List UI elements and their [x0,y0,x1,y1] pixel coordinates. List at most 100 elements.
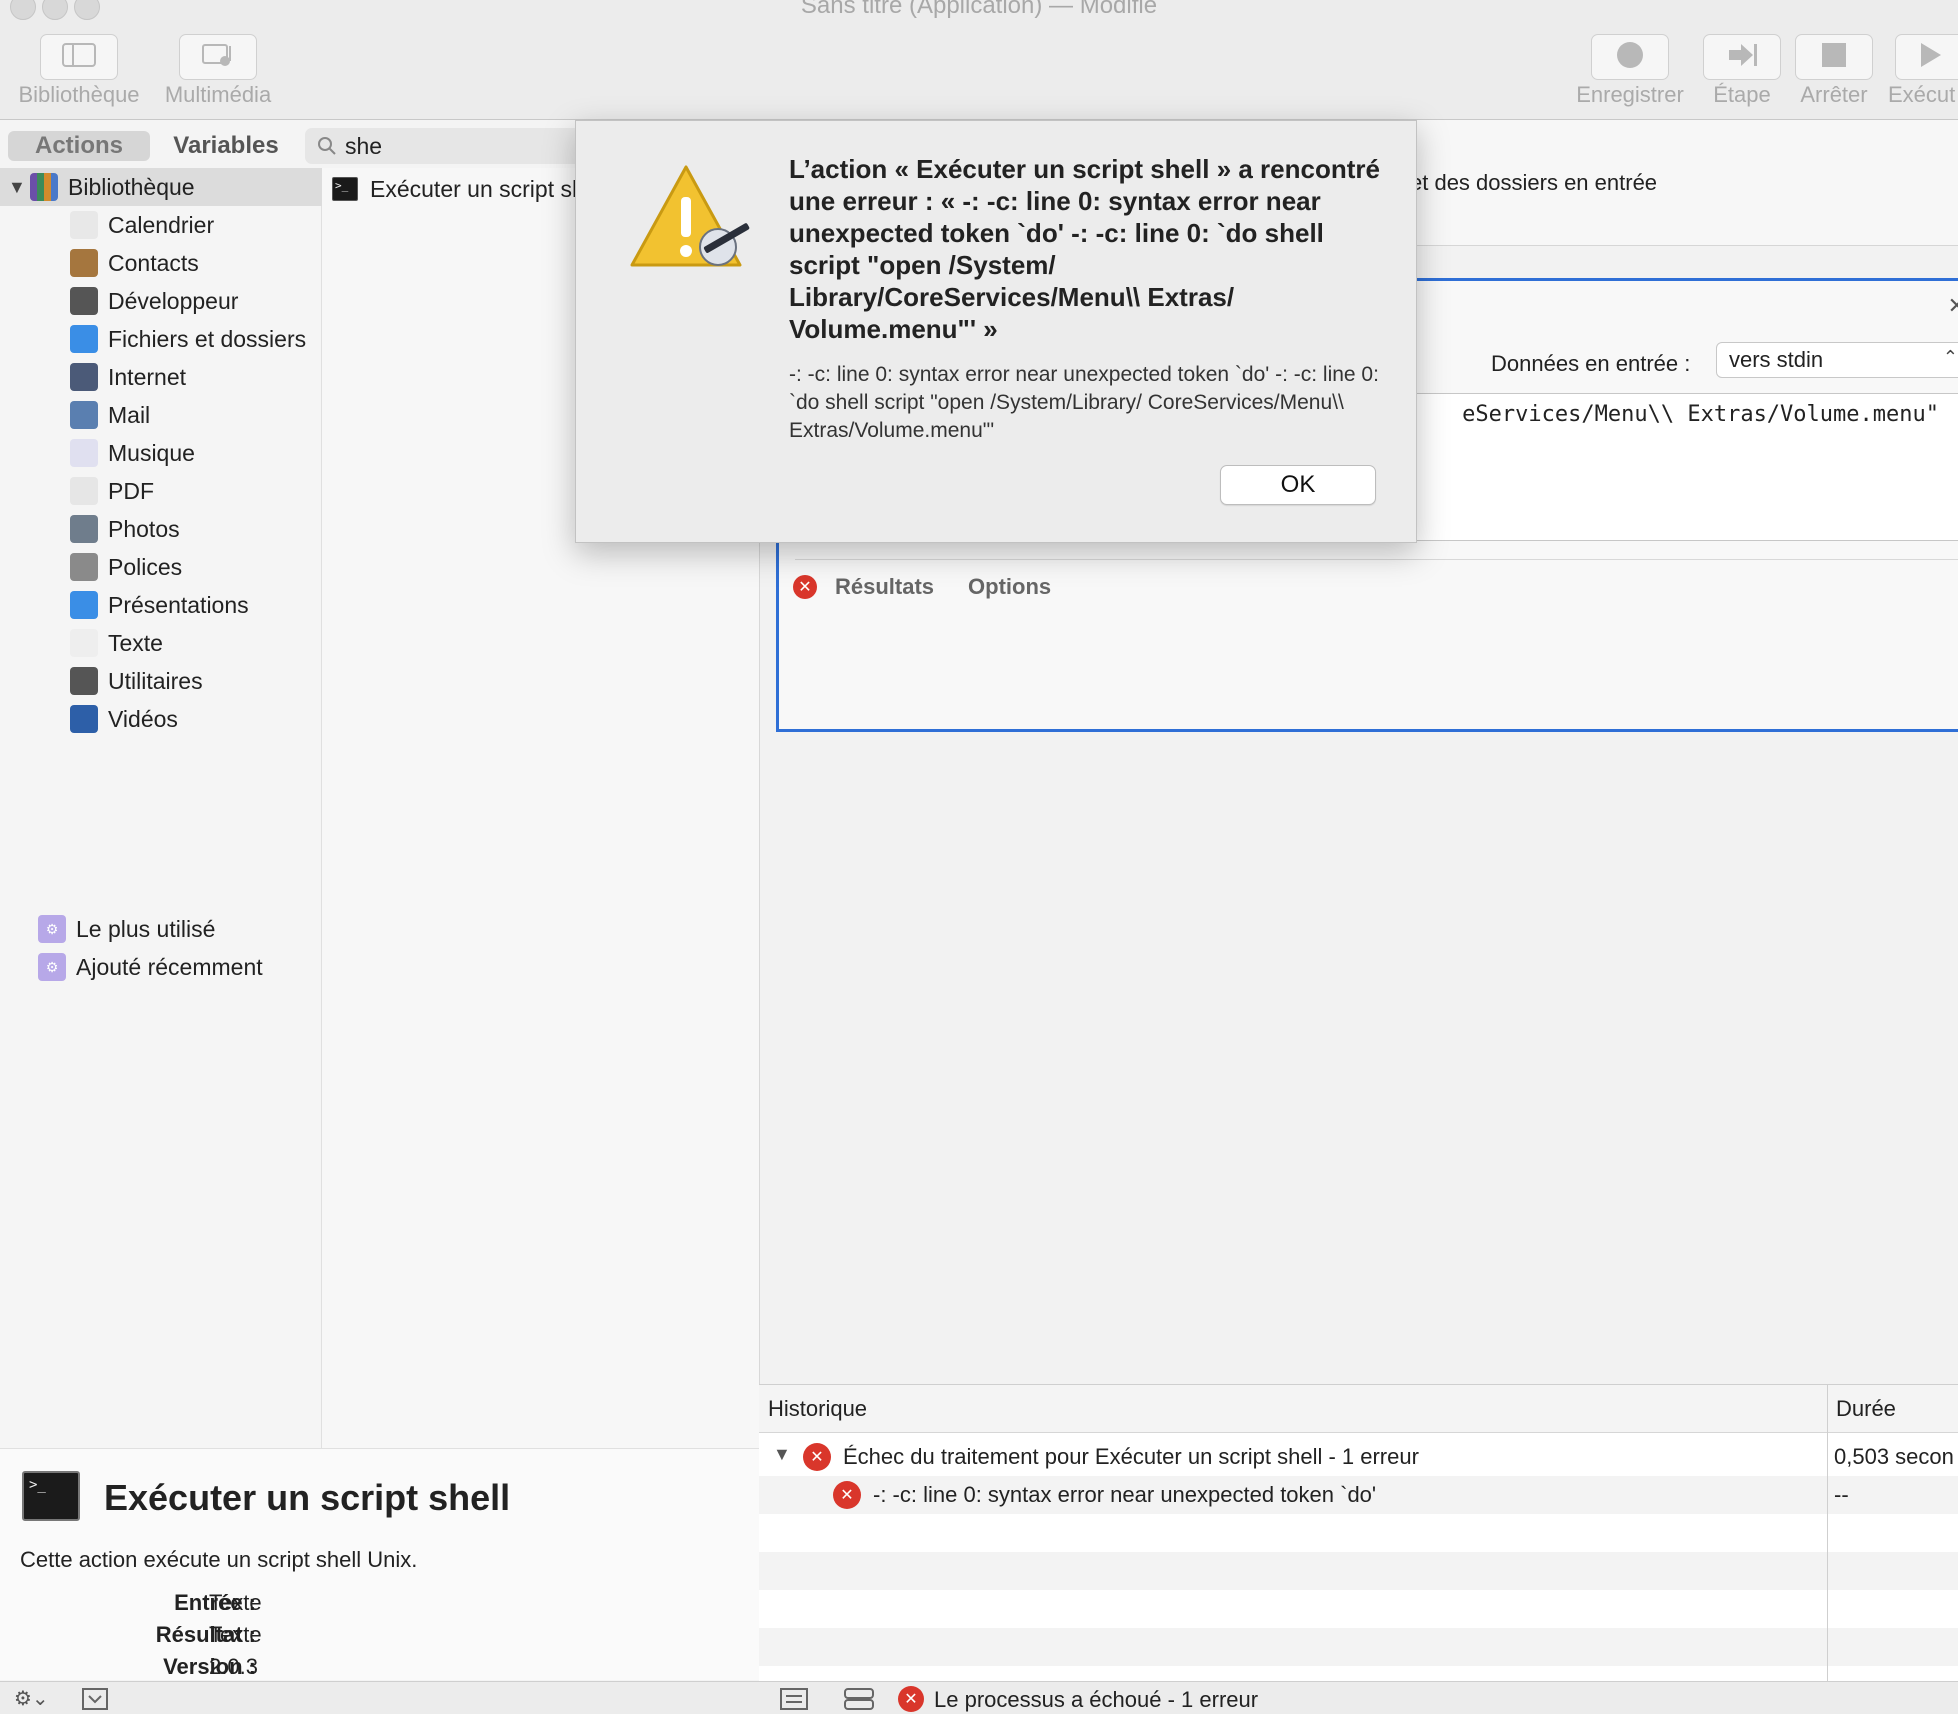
caution-automator-icon [626,161,756,286]
history-row-duration: -- [1834,1482,1849,1507]
show-description-icon[interactable] [82,1688,108,1714]
contacts-icon [70,249,98,277]
library-category-item[interactable]: Texte [0,624,322,662]
tools-icon [70,287,98,315]
run-button[interactable] [1895,34,1958,80]
history-row[interactable]: ▼ ✕ Échec du traitement pour Exécuter un… [759,1438,1958,1476]
library-category-label: Développeur [108,287,239,314]
input-mode-select[interactable]: vers stdin ⌃ [1716,342,1958,378]
history-log: Historique Durée ▼ ✕ Échec du traitement… [759,1384,1958,1682]
tab-variables[interactable]: Variables [150,131,302,161]
record-button[interactable] [1591,34,1669,80]
library-category-item[interactable]: Utilitaires [0,662,322,700]
stop-label: Arrêter [1800,82,1868,107]
step-icon [1725,42,1759,73]
library-category-item[interactable]: Calendrier [0,206,322,244]
alert-message: -: -c: line 0: syntax error near unexpec… [789,363,1379,442]
run-label: Exécut [1888,82,1956,107]
smart-group-most-used[interactable]: ⚙ Le plus utilisé [0,910,322,948]
library-category-label: Musique [108,439,195,466]
pdf-icon [70,477,98,505]
library-category-item[interactable]: Présentations [0,586,322,624]
error-icon: ✕ [793,575,817,599]
alert-title: L’action « Exécuter un script shell » a … [789,154,1380,344]
history-header: Historique Durée [759,1385,1958,1433]
status-text: Le processus a échoué - 1 erreur [934,1687,1259,1712]
library-toggle-button[interactable] [40,34,118,80]
library-category-item[interactable]: Polices [0,548,322,586]
library-books-icon [30,173,58,201]
column-divider [1827,1385,1828,1682]
library-root-item[interactable]: ▼ Bibliothèque [0,168,322,206]
library-category-label: Contacts [108,249,199,276]
library-category-label: Polices [108,553,183,580]
terminal-icon: >_ [22,1471,80,1521]
stop-icon [1820,41,1848,74]
library-segmented-control: Actions Variables [8,131,302,161]
action-item-label: Exécuter un script shell [370,175,608,202]
smart-group-recently-added[interactable]: ⚙ Ajouté récemment [0,948,322,986]
library-category-item[interactable]: PDF [0,472,322,510]
duration-column-header[interactable]: Durée [1836,1396,1896,1422]
record-icon [1615,40,1645,75]
action-description-panel: >_ Exécuter un script shell Cette action… [0,1448,759,1680]
library-category-label: Mail [108,401,151,428]
disclosure-open-icon[interactable]: ▼ [8,177,30,198]
window-title: Sans titre (Application) — Modifié [800,0,1158,19]
library-category-item[interactable]: Internet [0,358,322,396]
finder-icon [70,325,98,353]
library-category-item[interactable]: Contacts [0,244,322,282]
input-mode-label: Données en entrée : [1491,351,1691,376]
library-category-item[interactable]: Développeur [0,282,322,320]
photos-icon [70,515,98,543]
library-category-label: Vidéos [108,705,178,732]
tools-icon [70,667,98,695]
library-category-item[interactable]: Musique [0,434,322,472]
workflow-input-description: et des dossiers en entrée [1410,170,1658,195]
tab-results[interactable]: Résultats [835,574,934,600]
smart-folder-icon: ⚙ [38,953,66,981]
search-input[interactable] [345,132,545,160]
play-icon [1917,41,1943,74]
search-field[interactable] [305,128,585,164]
meta-version-value: 2.0.3 [209,1654,258,1679]
history-column-header[interactable]: Historique [768,1396,867,1422]
library-category-item[interactable]: Fichiers et dossiers [0,320,322,358]
close-icon[interactable]: ✕ [1948,293,1958,319]
meta-input-value: Texte [209,1590,262,1615]
record-label: Enregistrer [1576,82,1684,107]
history-row[interactable]: ✕ -: -c: line 0: syntax error near unexp… [759,1476,1958,1514]
calendar-icon [70,211,98,239]
media-button[interactable] [179,34,257,80]
script-text: eServices/Menu\\ Extras/Volume.menu" [1462,402,1939,427]
library-category-item[interactable]: Mail [0,396,322,434]
meta-result-value: Texte [209,1622,262,1647]
library-toggle-label: Bibliothèque [18,82,140,107]
log-view-icon[interactable] [844,1688,874,1714]
library-category-label: Utilitaires [108,667,203,694]
smart-group-label: Ajouté récemment [76,953,263,980]
history-empty-row [759,1628,1958,1666]
media-icon [201,42,235,73]
stop-button[interactable] [1795,34,1873,80]
quicktime-icon [70,705,98,733]
disclosure-open-icon[interactable]: ▼ [773,1444,791,1465]
ok-button[interactable]: OK [1220,465,1376,505]
sidebar-icon [62,42,96,72]
library-tree: ▼ Bibliothèque ⚙ Le plus utilisé ⚙ Ajout… [0,168,322,1448]
tab-actions[interactable]: Actions [8,131,150,161]
history-row-duration: 0,503 secon [1834,1444,1954,1469]
list-view-icon[interactable] [780,1688,808,1714]
library-category-item[interactable]: Photos [0,510,322,548]
status-bar: ⚙⌄ ✕ Le processus a échoué - 1 erreur [0,1681,1958,1714]
library-category-item[interactable]: Vidéos [0,700,322,738]
library-category-label: Texte [108,629,163,656]
media-label: Multimédia [164,82,272,107]
mail-icon [70,401,98,429]
tab-options[interactable]: Options [968,574,1051,600]
history-row-text: Échec du traitement pour Exécuter un scr… [843,1444,1419,1469]
gear-menu-icon[interactable]: ⚙⌄ [14,1686,49,1711]
step-button[interactable] [1703,34,1781,80]
history-row-text: -: -c: line 0: syntax error near unexpec… [873,1482,1377,1507]
history-empty-row [759,1514,1958,1552]
